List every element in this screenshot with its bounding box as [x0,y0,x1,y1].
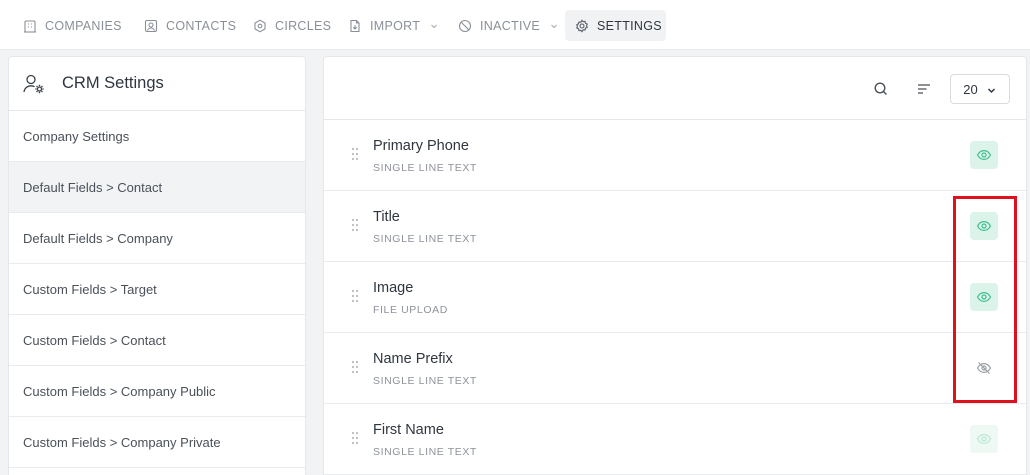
sidebar-item-company-settings[interactable]: Company Settings [9,111,305,162]
drag-handle-icon[interactable] [351,289,359,303]
ban-icon [458,19,472,33]
eye-icon [976,289,992,305]
chevron-down-icon [549,21,559,31]
eye-icon [976,147,992,163]
hexagon-icon [253,19,267,33]
drag-handle-icon[interactable] [351,147,359,161]
field-name: Primary Phone [373,138,469,154]
sidebar-item-default-fields-contact[interactable]: Default Fields > Contact [9,162,305,213]
sort-icon[interactable] [915,80,933,98]
nav-settings-label: SETTINGS [597,18,662,33]
field-type: SINGLE LINE TEXT [373,162,477,174]
sidebar-item-custom-fields-company-public[interactable]: Custom Fields > Company Public [9,366,305,417]
user-settings-icon [22,72,46,96]
sidebar-title: CRM Settings [62,74,164,92]
nav-import-label: IMPORT [370,18,421,33]
file-import-icon [348,19,362,33]
nav-contacts[interactable]: CONTACTS [134,10,246,41]
page-size-value: 20 [963,81,978,97]
chevron-down-icon [986,84,997,95]
nav-companies-label: COMPANIES [45,18,122,33]
field-name: First Name [373,422,444,438]
visibility-toggle-button[interactable] [970,425,998,453]
field-row: Primary Phone SINGLE LINE TEXT [324,120,1026,191]
top-navigation: COMPANIES CONTACTS CIRCLES IMPORT INACTI… [0,0,1030,50]
contact-card-icon [144,19,158,33]
page-size-select[interactable]: 20 [950,74,1010,104]
visibility-toggle-button[interactable] [970,283,998,311]
drag-handle-icon[interactable] [351,431,359,445]
eye-icon [976,431,992,447]
building-icon [23,19,37,33]
field-type: FILE UPLOAD [373,304,448,316]
field-name: Title [373,209,400,225]
chevron-down-icon [429,21,439,31]
nav-contacts-label: CONTACTS [166,18,237,33]
crm-settings-sidebar: CRM Settings Company Settings Default Fi… [8,56,306,475]
nav-settings[interactable]: SETTINGS [565,10,666,41]
sidebar-item-custom-fields-contact[interactable]: Custom Fields > Contact [9,315,305,366]
field-row: Name Prefix SINGLE LINE TEXT [324,333,1026,404]
drag-handle-icon[interactable] [351,360,359,374]
fields-toolbar: 20 [324,57,1026,120]
drag-handle-icon[interactable] [351,218,359,232]
field-name: Name Prefix [373,351,453,367]
nav-companies[interactable]: COMPANIES [13,10,132,41]
sidebar-item-custom-fields-company-private[interactable]: Custom Fields > Company Private [9,417,305,468]
visibility-toggle-button[interactable] [970,212,998,240]
field-name: Image [373,280,414,296]
sidebar-item-default-fields-company[interactable]: Default Fields > Company [9,213,305,264]
eye-icon [976,218,992,234]
nav-inactive-label: INACTIVE [480,18,541,33]
field-row: Title SINGLE LINE TEXT [324,191,1026,262]
nav-circles[interactable]: CIRCLES [243,10,341,41]
search-icon[interactable] [872,80,890,98]
gear-icon [575,18,589,33]
visibility-toggle-button[interactable] [970,141,998,169]
fields-panel: 20 Primary Phone SINGLE LINE TEXT Title … [323,56,1027,475]
sidebar-item-custom-fields-target[interactable]: Custom Fields > Target [9,264,305,315]
eye-off-icon [976,360,992,376]
field-type: SINGLE LINE TEXT [373,375,477,387]
field-row: First Name SINGLE LINE TEXT [324,404,1026,475]
visibility-toggle-button[interactable] [970,354,998,382]
field-type: SINGLE LINE TEXT [373,233,477,245]
sidebar-header: CRM Settings [9,57,305,111]
nav-circles-label: CIRCLES [275,18,332,33]
field-type: SINGLE LINE TEXT [373,446,477,458]
nav-inactive[interactable]: INACTIVE [448,10,569,41]
field-row: Image FILE UPLOAD [324,262,1026,333]
nav-import[interactable]: IMPORT [338,10,449,41]
